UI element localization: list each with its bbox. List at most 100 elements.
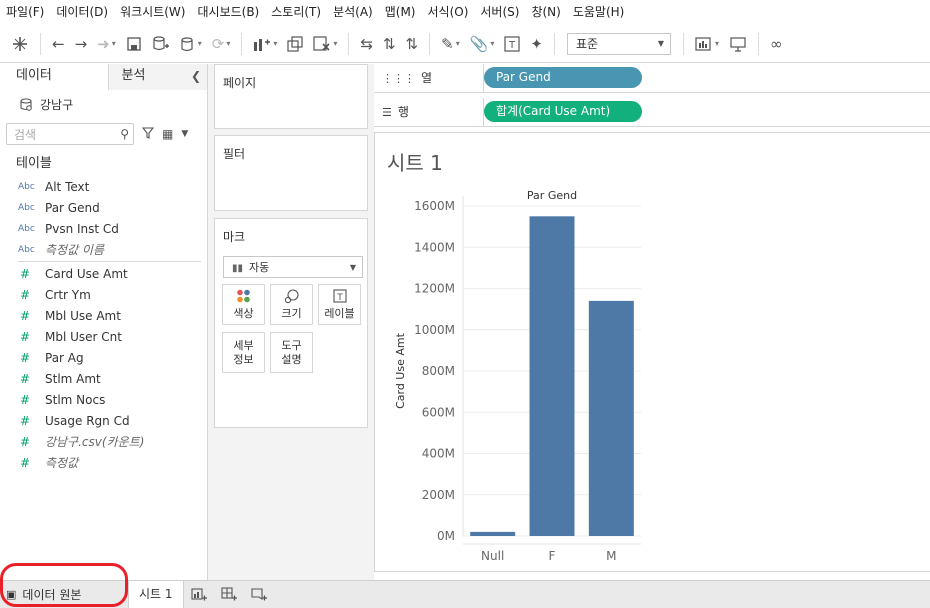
sort-desc-icon[interactable]: ⇅ (401, 30, 424, 58)
menu-window[interactable]: 창(N) (525, 0, 566, 25)
menu-file[interactable]: 파일(F) (0, 0, 50, 25)
measure-list: # Card Use Amt # Crtr Ym # Mbl Use Amt # Mbl Us… (0, 263, 207, 473)
detail-button[interactable]: 세부 정보 (222, 332, 265, 373)
new-story-icon[interactable] (244, 581, 274, 608)
new-dashboard-icon[interactable] (214, 581, 244, 608)
sort-asc-icon[interactable]: ⇅ (378, 30, 401, 58)
filter-icon[interactable] (141, 126, 155, 142)
datasource-tab[interactable]: ▣ 데이터 원본 (0, 581, 128, 608)
cards-column: 페이지 필터 마크 ▮▮ 자동 ▼ 색상 크기 T 레이블 세부 정보 도구 설… (208, 64, 374, 580)
new-worksheet-icon[interactable] (184, 581, 214, 608)
pin-icon[interactable]: ✦ (525, 30, 548, 58)
size-button[interactable]: 크기 (270, 284, 313, 325)
toolbar-divider (683, 32, 684, 55)
measure-field[interactable]: # 강남구.csv(카운트) (0, 431, 207, 452)
text-label-icon: T (332, 288, 347, 304)
measure-field[interactable]: # Mbl Use Amt (0, 305, 207, 326)
tab-data[interactable]: 데이터 (0, 64, 110, 90)
pages-card[interactable]: 페이지 (214, 64, 368, 129)
menu-format[interactable]: 서식(O) (422, 0, 475, 25)
string-type-icon: Abc (18, 202, 35, 213)
datasource-tab-label: 데이터 원본 (22, 588, 82, 602)
dimension-field[interactable]: Abc Par Gend (0, 197, 207, 218)
menu-server[interactable]: 서버(S) (474, 0, 525, 25)
rows-pill[interactable]: 합계(Card Use Amt) (484, 101, 642, 122)
view-area: 시트 1 0M 200M 400M 600M 800M 1000M 1200M 1400M 16… (374, 132, 930, 572)
collapse-pane-icon[interactable]: ❮ (191, 64, 201, 88)
string-type-icon: Abc (18, 244, 35, 255)
menu-analysis[interactable]: 분석(A) (327, 0, 379, 25)
field-label: Alt Text (45, 179, 90, 194)
measure-field[interactable]: # Stlm Nocs (0, 389, 207, 410)
datasource-icon (20, 97, 32, 111)
chevron-down-icon[interactable]: ▼ (181, 129, 188, 139)
label-label: 레이블 (324, 306, 355, 320)
columns-pill[interactable]: Par Gend (484, 67, 642, 88)
fit-select[interactable]: 표준 ▼ (567, 32, 671, 55)
measure-field[interactable]: # Par Ag (0, 347, 207, 368)
save-icon[interactable] (121, 30, 147, 58)
field-label: Stlm Amt (45, 371, 101, 386)
tooltip-button[interactable]: 도구 설명 (270, 332, 313, 373)
chevron-down-icon: ▼ (349, 262, 356, 272)
color-button[interactable]: 색상 (222, 284, 265, 325)
menu-map[interactable]: 맵(M) (379, 0, 422, 25)
search-icon: ⚲ (120, 127, 129, 141)
menu-worksheet[interactable]: 워크시트(W) (114, 0, 191, 25)
duplicate-sheet-icon[interactable] (282, 30, 308, 58)
group-icon[interactable]: 📎 ▾ (465, 30, 500, 58)
menu-data[interactable]: 데이터(D) (50, 0, 114, 25)
tab-analytics[interactable]: 분석 ❮ (109, 64, 207, 90)
label-button[interactable]: T 레이블 (318, 284, 361, 325)
filters-card[interactable]: 필터 (214, 135, 368, 211)
dimension-field[interactable]: Abc Pvsn Inst Cd (0, 218, 207, 239)
new-worksheet-icon[interactable]: ▾ (248, 30, 282, 58)
measure-field[interactable]: # 측정값 (0, 452, 207, 473)
field-label: Usage Rgn Cd (45, 413, 130, 428)
dimension-list: Abc Alt Text Abc Par Gend Abc Pvsn Inst Cd Abc… (0, 176, 207, 260)
toolbar-divider (241, 32, 243, 55)
presentation-icon[interactable] (724, 30, 752, 58)
bar-f (529, 216, 575, 536)
measure-field[interactable]: # Card Use Amt (0, 263, 207, 284)
menu-story[interactable]: 스토리(T) (265, 0, 327, 25)
back-icon[interactable]: ← (47, 30, 70, 58)
sheet-tab[interactable]: 시트 1 (128, 581, 184, 608)
rows-shelf[interactable]: ☰ 행 합계(Card Use Amt) (374, 98, 930, 127)
measure-field[interactable]: # Mbl User Cnt (0, 326, 207, 347)
view-list-icon[interactable]: ▦ (162, 127, 173, 141)
forward-icon[interactable]: → (70, 30, 93, 58)
toolbar-divider (554, 32, 555, 55)
clear-sheet-icon[interactable]: ▾ (308, 30, 342, 58)
tableau-logo-icon[interactable] (6, 30, 34, 58)
field-label: Stlm Nocs (45, 392, 106, 407)
filters-title: 필터 (223, 147, 246, 161)
dimension-field[interactable]: Abc Alt Text (0, 176, 207, 197)
menu-dashboard[interactable]: 대시보드(B) (191, 0, 265, 25)
search-input[interactable]: 검색 ⚲ (6, 123, 134, 145)
x-tick-label: Null (481, 549, 504, 563)
menu-help[interactable]: 도움말(H) (567, 0, 631, 25)
pane-tabs: 데이터 분석 ❮ (0, 64, 207, 90)
swap-icon[interactable]: ⇆ (355, 30, 378, 58)
pause-updates-icon[interactable]: ▾ (175, 30, 207, 58)
new-datasource-icon[interactable] (147, 30, 175, 58)
mark-type-select[interactable]: ▮▮ 자동 ▼ (223, 256, 363, 278)
pages-title: 페이지 (223, 76, 257, 90)
measure-field[interactable]: # Stlm Amt (0, 368, 207, 389)
highlight-icon[interactable]: ✎ ▾ (436, 30, 465, 58)
toolbar: ← → ➜ ▾ ▾ ⟳ ▾ ▾ ▾ ⇆ ⇅ ⇅ ✎ ▾ 📎 ▾ T ✦ 표준 ▼ ▾ ∞ (0, 25, 930, 63)
show-labels-icon[interactable]: T (499, 30, 525, 58)
redo-arrow-icon[interactable]: ➜ ▾ (92, 30, 121, 58)
columns-shelf[interactable]: ⋮⋮⋮ 열 Par Gend (374, 64, 930, 93)
field-label: 강남구.csv(카운트) (45, 435, 145, 449)
refresh-icon[interactable]: ⟳ ▾ (207, 30, 236, 58)
measure-field[interactable]: # Usage Rgn Cd (0, 410, 207, 431)
measure-field[interactable]: # Crtr Ym (0, 284, 207, 305)
dimension-field[interactable]: Abc 측정값 이름 (0, 239, 207, 260)
datasource-item[interactable]: 강남구 (0, 90, 207, 118)
share-icon[interactable]: ∞ (765, 30, 788, 58)
show-me-icon[interactable]: ▾ (690, 30, 724, 58)
field-label: Crtr Ym (45, 287, 91, 302)
columns-icon: ⋮⋮⋮ (382, 72, 415, 85)
